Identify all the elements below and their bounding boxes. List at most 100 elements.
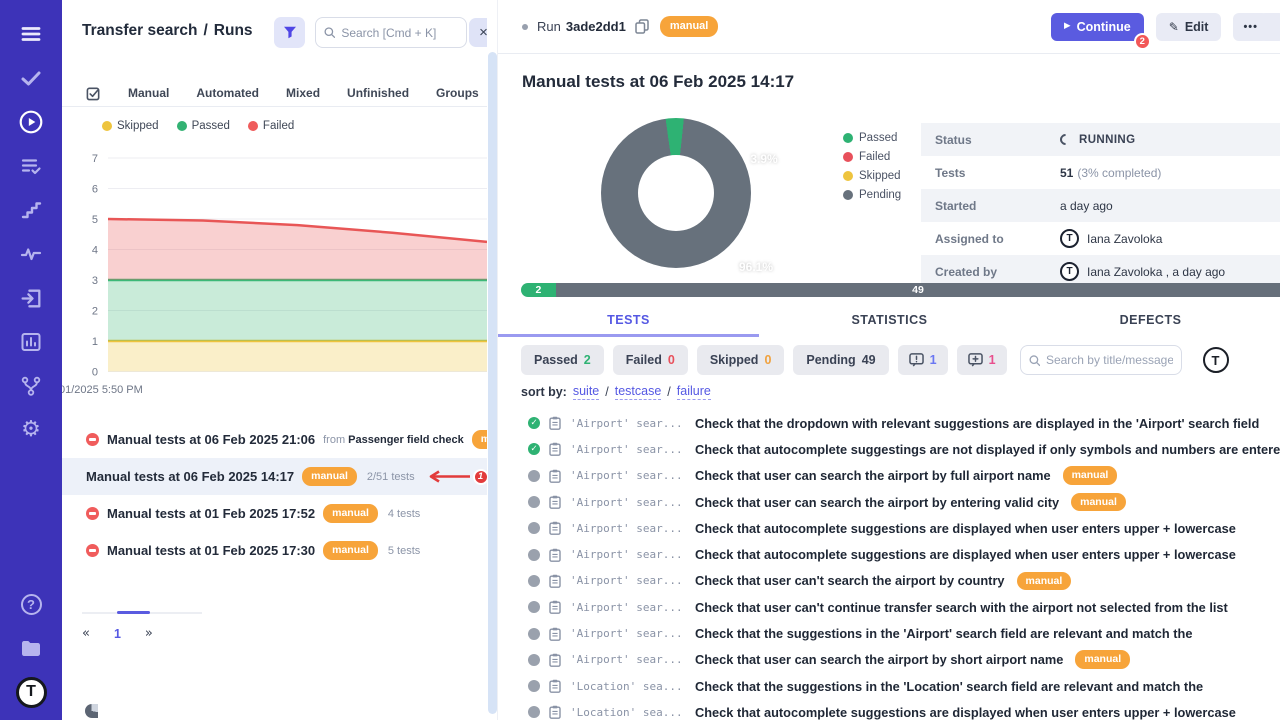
test-list-item[interactable]: 'Airport' sear... Check that autocomplet… <box>498 515 1280 541</box>
sort-controls: sort by: suite / testcase / failure <box>521 384 711 400</box>
svg-text:6: 6 <box>92 184 98 196</box>
run-status-icon <box>85 704 98 718</box>
test-status-dot <box>528 680 540 692</box>
test-list-item[interactable]: 'Airport' sear... Check that the dropdow… <box>498 410 1280 436</box>
test-list-item[interactable]: 'Airport' sear... Check that user can't … <box>498 568 1280 594</box>
runs-search-input[interactable] <box>341 26 458 40</box>
run-list-item[interactable]: Manual tests at 06 Feb 2025 14:17 manual… <box>62 458 487 495</box>
legend-dot <box>102 121 112 131</box>
pagination-prev-button[interactable]: « <box>82 626 90 641</box>
projects-folder-icon[interactable] <box>9 626 53 670</box>
test-list-item[interactable]: 'Airport' sear... Check that autocomplet… <box>498 436 1280 462</box>
sort-by-suite-link[interactable]: suite <box>573 384 599 400</box>
run-title: Manual tests at 01 Feb 2025 17:52 <box>107 506 315 521</box>
status-filter-chip[interactable]: Pending49 <box>793 345 888 375</box>
status-filter-chip[interactable]: Passed2 <box>521 345 604 375</box>
assigned-value[interactable]: Iana Zavoloka <box>1087 232 1162 246</box>
test-plans-icon[interactable] <box>9 144 53 188</box>
test-list-item[interactable]: 'Airport' sear... Check that user can't … <box>498 594 1280 620</box>
donut-legend-item: Skipped <box>843 170 901 182</box>
detail-tab[interactable]: DEFECTS <box>1020 306 1280 337</box>
run-list-item[interactable]: Manual tests at 01 Feb 2025 17:30 manual… <box>62 532 487 569</box>
test-list-item[interactable]: 'Airport' sear... Check that the suggest… <box>498 620 1280 646</box>
copy-run-id-button[interactable] <box>635 19 649 34</box>
comments-filter-chip[interactable]: 1 <box>898 345 948 375</box>
status-donut-chart: 3.9% 96.1% <box>601 118 751 268</box>
run-list-item[interactable]: Manual tests at 01 Feb 2025 17:52 manual… <box>62 495 487 532</box>
runs-tab[interactable]: Unfinished <box>347 86 409 100</box>
help-icon[interactable]: ? <box>9 582 53 626</box>
user-avatar[interactable]: T <box>1203 347 1229 373</box>
search-icon <box>1029 354 1040 367</box>
app-logo[interactable]: T <box>9 670 53 714</box>
test-suite-name: 'Airport' sear... <box>570 548 686 561</box>
test-suite-name: 'Airport' sear... <box>570 653 686 666</box>
test-status-dot <box>528 496 540 508</box>
info-row-started: Started a day ago <box>921 189 1280 222</box>
donut-legend-item: Pending <box>843 189 901 201</box>
status-filter-chip[interactable]: Skipped0 <box>697 345 785 375</box>
test-list-item[interactable]: 'Airport' sear... Check that user can se… <box>498 463 1280 489</box>
run-id: 3ade2dd1 <box>566 19 626 34</box>
vertical-scrollbar[interactable] <box>488 52 497 714</box>
detail-tab[interactable]: TESTS <box>498 306 759 337</box>
integrations-branch-icon[interactable] <box>9 364 53 408</box>
test-status-dot <box>528 417 540 429</box>
legend-item: Skipped <box>102 120 159 132</box>
donut-legend-item: Failed <box>843 151 901 163</box>
test-suite-name: 'Location' sea... <box>570 706 686 719</box>
testcase-clipboard-icon <box>549 679 561 693</box>
runs-tab[interactable]: Groups <box>436 86 479 100</box>
run-title: Manual tests at 06 Feb 2025 21:06 <box>107 432 315 447</box>
sidebar: ⚙ ? T <box>0 0 62 720</box>
breadcrumb-project[interactable]: Transfer search <box>82 22 197 39</box>
started-value: a day ago <box>1060 199 1113 213</box>
test-title: Check that autocomplete suggestions are … <box>695 705 1236 720</box>
detail-tab[interactable]: STATISTICS <box>759 306 1020 337</box>
runs-tab[interactable]: Manual <box>128 86 169 100</box>
info-row-status: Status RUNNING <box>921 123 1280 156</box>
tests-search-input[interactable] <box>1046 353 1173 367</box>
settings-gear-icon[interactable]: ⚙ <box>9 408 53 452</box>
clipped-button[interactable] <box>1259 13 1280 41</box>
test-list-item[interactable]: 'Airport' sear... Check that autocomplet… <box>498 541 1280 567</box>
milestones-icon[interactable] <box>9 188 53 232</box>
test-list-item[interactable]: 'Location' sea... Check that the suggest… <box>498 673 1280 699</box>
edit-button[interactable]: ✎ Edit <box>1156 13 1222 41</box>
status-filter-chip[interactable]: Failed0 <box>613 345 688 375</box>
sort-by-failure-link[interactable]: failure <box>677 384 711 400</box>
annotation-number: 1 <box>473 469 487 485</box>
pagination-page-1[interactable]: 1 <box>114 627 121 641</box>
sort-by-testcase-link[interactable]: testcase <box>615 384 662 400</box>
shared-steps-icon[interactable] <box>9 276 53 320</box>
avatar: T <box>1060 262 1079 281</box>
filter-button[interactable] <box>274 17 305 48</box>
reports-chart-icon[interactable] <box>9 320 53 364</box>
status-filter-row: Passed2 Failed0 Skipped0 Pending49 1 1 <box>521 345 1229 375</box>
run-detail-topbar: Run 3ade2dd1 manual ▶ Continue 2 ✎ Edit … <box>498 0 1280 54</box>
activity-pulse-icon[interactable] <box>9 232 53 276</box>
close-search-button[interactable]: × <box>469 18 487 47</box>
runs-list: Manual tests at 06 Feb 2025 21:06 from P… <box>62 421 487 569</box>
select-runs-icon[interactable] <box>86 86 101 101</box>
run-list-item[interactable]: Manual tests at 06 Feb 2025 21:06 from P… <box>62 421 487 458</box>
test-list-item[interactable]: 'Location' sea... Check that autocomplet… <box>498 699 1280 720</box>
attachments-filter-chip[interactable]: 1 <box>957 345 1007 375</box>
runs-tab[interactable]: Automated <box>196 86 259 100</box>
test-title: Check that the suggestions in the 'Airpo… <box>695 626 1192 641</box>
continue-button[interactable]: ▶ Continue 2 <box>1051 13 1144 41</box>
test-title: Check that user can't search the airport… <box>695 573 1005 588</box>
tests-count: 51 <box>1060 166 1073 180</box>
test-list-item[interactable]: 'Airport' sear... Check that user can se… <box>498 647 1280 673</box>
run-source: from Passenger field check <box>323 434 464 446</box>
runs-tab[interactable]: Mixed <box>286 86 320 100</box>
runs-play-icon[interactable] <box>9 100 53 144</box>
tests-check-icon[interactable] <box>9 56 53 100</box>
tests-search <box>1020 345 1182 375</box>
menu-icon[interactable] <box>9 12 53 56</box>
pagination-next-button[interactable]: » <box>145 626 153 641</box>
progress-pending-segment: 49 <box>556 283 1280 297</box>
test-status-dot <box>528 706 540 718</box>
test-list-item[interactable]: 'Airport' sear... Check that user can se… <box>498 489 1280 515</box>
legend-item: Passed <box>177 120 230 132</box>
